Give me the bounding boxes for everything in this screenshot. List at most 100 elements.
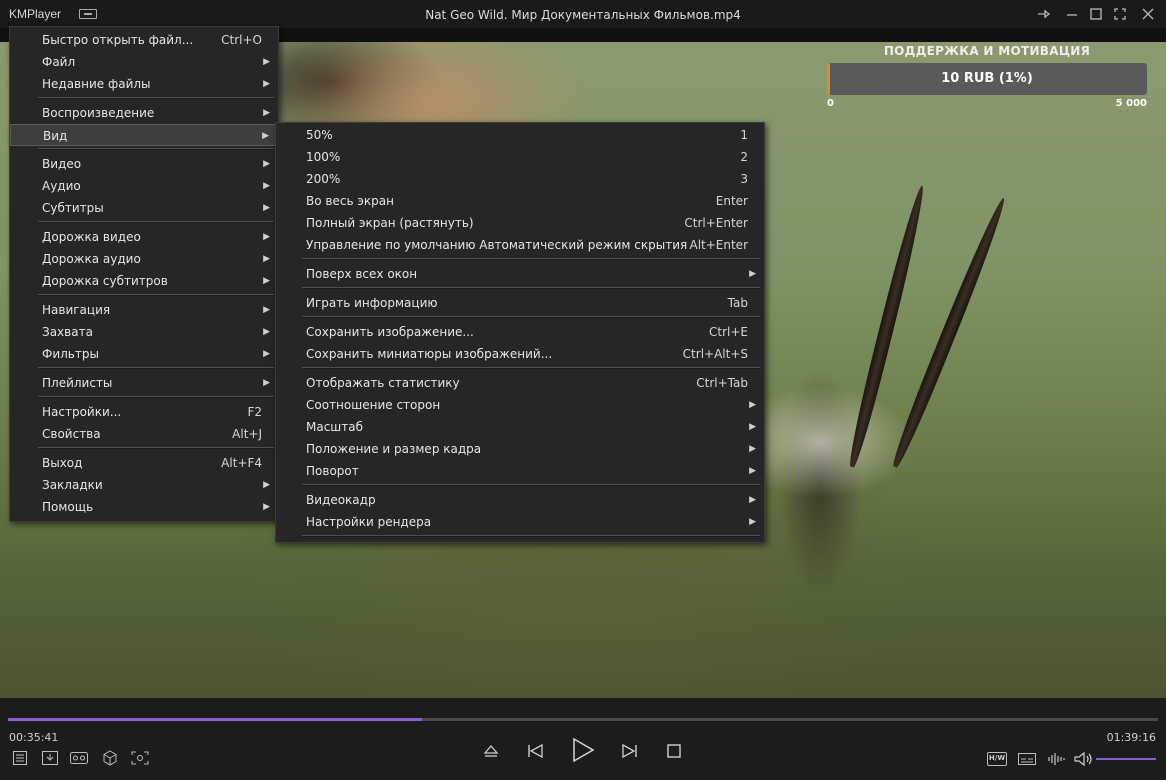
seek-bar[interactable] <box>8 718 1158 721</box>
menu-item[interactable]: Дорожка аудио ▶ <box>10 248 278 270</box>
donation-progress-bar: 10 RUB (1%) <box>827 63 1147 95</box>
3d-cube-icon[interactable] <box>101 749 119 767</box>
menu-separator <box>38 367 274 369</box>
control-bar: 00:35:41 01:39:16 H/W <box>0 698 1166 780</box>
menu-separator <box>302 367 760 369</box>
submenu-item[interactable]: Играть информацию Tab <box>276 292 764 314</box>
submenu-item-label: Видеокадр <box>306 493 376 507</box>
menu-item[interactable]: Аудио ▶ <box>10 175 278 197</box>
total-time[interactable]: 01:39:16 <box>1107 731 1156 744</box>
submenu-arrow-icon: ▶ <box>262 131 269 141</box>
submenu-item[interactable]: 50% 1 <box>276 124 764 146</box>
menu-item[interactable]: Файл ▶ <box>10 51 278 73</box>
submenu-item[interactable]: Сохранить изображение... Ctrl+E <box>276 321 764 343</box>
submenu-item[interactable]: Во весь экран Enter <box>276 190 764 212</box>
volume-icon[interactable] <box>1073 751 1093 767</box>
submenu-arrow-icon: ▶ <box>263 349 270 359</box>
submenu-item[interactable]: Поворот ▶ <box>276 460 764 482</box>
submenu-arrow-icon: ▶ <box>263 108 270 118</box>
submenu-arrow-icon: ▶ <box>749 444 756 454</box>
submenu-item[interactable]: Видеокадр ▶ <box>276 489 764 511</box>
menu-item[interactable]: Дорожка видео ▶ <box>10 226 278 248</box>
menu-item-label: Аудио <box>42 179 81 193</box>
submenu-item-shortcut: Enter <box>715 194 748 208</box>
subtitles-icon[interactable] <box>1017 751 1037 767</box>
download-icon[interactable] <box>41 750 59 766</box>
submenu-item[interactable]: Полный экран (растянуть) Ctrl+Enter <box>276 212 764 234</box>
menu-separator <box>38 221 274 223</box>
menu-item-label: Выход <box>42 456 83 470</box>
submenu-item-label: Масштаб <box>306 420 364 434</box>
submenu-item-label: 200% <box>306 172 341 186</box>
hardware-decoding-button[interactable]: H/W <box>987 752 1007 766</box>
donation-amount: 10 RUB (1%) <box>941 71 1033 86</box>
playlist-icon[interactable] <box>12 750 28 766</box>
submenu-item[interactable]: Масштаб ▶ <box>276 416 764 438</box>
close-icon[interactable] <box>1140 6 1156 22</box>
submenu-arrow-icon: ▶ <box>263 378 270 388</box>
submenu-arrow-icon: ▶ <box>263 480 270 490</box>
menu-item[interactable]: Воспроизведение ▶ <box>10 102 278 124</box>
volume-slider[interactable] <box>1096 758 1156 760</box>
menu-item[interactable]: Быстро открыть файл... Ctrl+O <box>10 29 278 51</box>
submenu-arrow-icon: ▶ <box>263 276 270 286</box>
pin-icon[interactable] <box>1036 6 1052 22</box>
submenu-item[interactable]: Положение и размер кадра ▶ <box>276 438 764 460</box>
menu-item[interactable]: Видео ▶ <box>10 153 278 175</box>
previous-icon[interactable] <box>525 742 545 760</box>
menu-item[interactable]: Закладки ▶ <box>10 474 278 496</box>
submenu-item-label: Играть информацию <box>306 296 438 310</box>
donation-title: ПОДДЕРЖКА И МОТИВАЦИЯ <box>883 44 1091 58</box>
submenu-item[interactable]: 100% 2 <box>276 146 764 168</box>
fullscreen-icon[interactable] <box>1112 6 1128 22</box>
menu-item[interactable]: Плейлисты ▶ <box>10 372 278 394</box>
submenu-arrow-icon: ▶ <box>749 400 756 410</box>
menu-item[interactable]: Дорожка субтитров ▶ <box>10 270 278 292</box>
menu-item-shortcut: F2 <box>247 405 262 419</box>
menu-item[interactable]: Настройки... F2 <box>10 401 278 423</box>
menu-item[interactable]: Выход Alt+F4 <box>10 452 278 474</box>
menu-item-label: Помощь <box>42 500 94 514</box>
submenu-item[interactable]: Соотношение сторон ▶ <box>276 394 764 416</box>
menu-item-shortcut: Ctrl+O <box>221 33 262 47</box>
submenu-item[interactable]: Управление по умолчанию Автоматический р… <box>276 234 764 256</box>
submenu-item[interactable]: Отображать статистику Ctrl+Tab <box>276 372 764 394</box>
vr-icon[interactable] <box>69 750 89 766</box>
maximize-icon[interactable] <box>1088 6 1104 22</box>
donation-min: 0 <box>827 98 834 109</box>
seek-bar-fill <box>8 718 422 721</box>
submenu-item-label: 100% <box>306 150 341 164</box>
donation-max: 5 000 <box>1115 98 1147 109</box>
next-icon[interactable] <box>620 742 640 760</box>
submenu-arrow-icon: ▶ <box>263 57 270 67</box>
eject-icon[interactable] <box>482 742 500 760</box>
submenu-item-label: Полный экран (растянуть) <box>306 216 474 230</box>
menu-separator <box>38 294 274 296</box>
menu-item-label: Фильтры <box>42 347 99 361</box>
capture-icon[interactable] <box>130 750 150 766</box>
menu-item[interactable]: Вид ▶ <box>10 124 278 146</box>
menu-item[interactable]: Захвата ▶ <box>10 321 278 343</box>
play-icon[interactable] <box>569 736 597 764</box>
menu-item[interactable]: Свойства Alt+J <box>10 423 278 445</box>
menu-item-label: Закладки <box>42 478 103 492</box>
submenu-arrow-icon: ▶ <box>263 159 270 169</box>
minimize-icon[interactable] <box>1064 6 1080 22</box>
menu-item[interactable]: Недавние файлы ▶ <box>10 73 278 95</box>
submenu-item-shortcut: Ctrl+Tab <box>696 376 748 390</box>
submenu-item[interactable]: 200% 3 <box>276 168 764 190</box>
submenu-item-shortcut: Ctrl+E <box>709 325 748 339</box>
submenu-item[interactable]: Настройки рендера ▶ <box>276 511 764 533</box>
submenu-item-shortcut: 3 <box>740 172 748 186</box>
submenu-item[interactable]: Поверх всех окон ▶ <box>276 263 764 285</box>
menu-item[interactable]: Субтитры ▶ <box>10 197 278 219</box>
submenu-item-shortcut: Alt+Enter <box>689 238 748 252</box>
menu-item[interactable]: Навигация ▶ <box>10 299 278 321</box>
menu-item[interactable]: Помощь ▶ <box>10 496 278 518</box>
equalizer-icon[interactable] <box>1046 751 1066 767</box>
menu-item[interactable]: Фильтры ▶ <box>10 343 278 365</box>
submenu-item-label: Соотношение сторон <box>306 398 441 412</box>
submenu-item[interactable]: Сохранить миниатюры изображений... Ctrl+A… <box>276 343 764 365</box>
stop-icon[interactable] <box>666 743 682 759</box>
menu-separator <box>38 396 274 398</box>
